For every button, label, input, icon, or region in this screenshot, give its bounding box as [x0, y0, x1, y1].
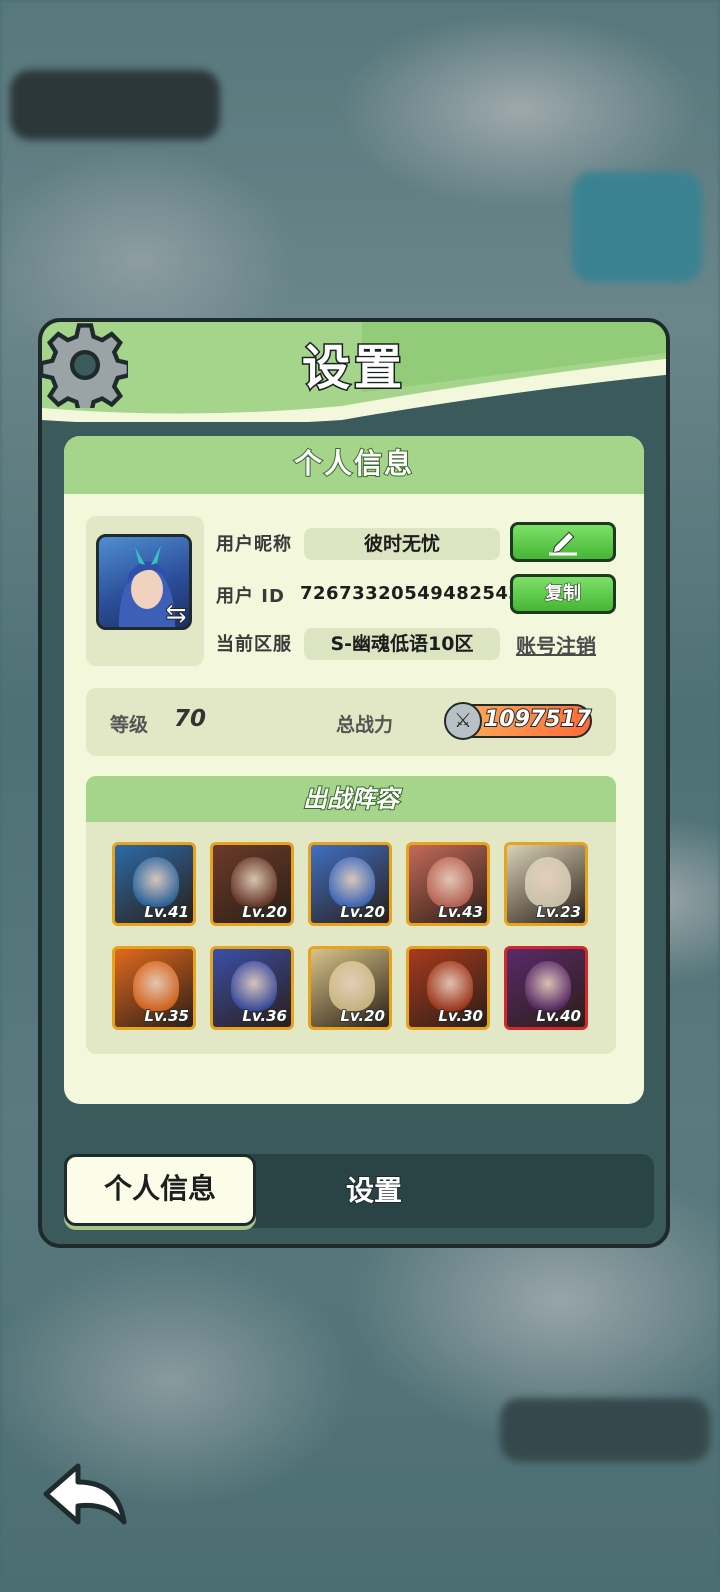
server-value: S-幽魂低语10区	[304, 628, 500, 660]
hero-portrait	[133, 857, 179, 907]
panel-title: 设置	[300, 339, 406, 398]
hero-card[interactable]: Lv.20	[210, 842, 294, 926]
server-label: 当前区服	[216, 634, 292, 655]
hero-level: Lv.23	[536, 902, 582, 922]
level-label: 等级	[110, 714, 149, 736]
hero-portrait	[329, 961, 375, 1011]
hero-card[interactable]: Lv.41	[112, 842, 196, 926]
hero-card[interactable]: Lv.43	[406, 842, 490, 926]
panel-header: 设置	[42, 322, 666, 422]
tab-personal-info[interactable]: 个人信息	[64, 1154, 256, 1226]
stats-bar: 等级 70 总战力 ⚔ 1097517	[86, 688, 616, 756]
hero-portrait	[329, 857, 375, 907]
hero-card[interactable]: Lv.20	[308, 946, 392, 1030]
nickname-value: 彼时无忧	[304, 528, 500, 560]
user-id-label: 用户 ID	[216, 586, 285, 607]
back-arrow-icon[interactable]	[40, 1460, 130, 1528]
avatar-container[interactable]: ⇆	[86, 516, 204, 666]
hero-level: Lv.41	[144, 902, 190, 922]
hero-card[interactable]: Lv.35	[112, 946, 196, 1030]
copy-id-button[interactable]: 复制	[510, 574, 616, 614]
hero-portrait	[427, 961, 473, 1011]
hero-portrait	[231, 961, 277, 1011]
crossed-swords-icon: ⚔	[444, 702, 482, 740]
lineup-title: 出战阵容	[86, 776, 616, 822]
hero-card[interactable]: Lv.36	[210, 946, 294, 1030]
pencil-icon	[549, 531, 577, 556]
power-value: 1097517	[483, 706, 592, 733]
level-value: 70	[174, 706, 207, 732]
hero-level: Lv.43	[438, 902, 484, 922]
hero-portrait	[525, 961, 571, 1011]
hero-level: Lv.20	[340, 1006, 386, 1026]
nickname-label: 用户昵称	[216, 534, 292, 555]
bottom-tab-bar: 个人信息 设置	[64, 1154, 654, 1228]
hero-portrait	[525, 857, 571, 907]
hero-card[interactable]: Lv.20	[308, 842, 392, 926]
hero-card[interactable]: Lv.30	[406, 946, 490, 1030]
hero-level: Lv.30	[438, 1006, 484, 1026]
hero-portrait	[133, 961, 179, 1011]
personal-info-card: 个人信息 ⇆ 用户昵称 彼时无忧 用户 ID 7267332054948254З…	[64, 436, 644, 1104]
hero-level: Lv.20	[340, 902, 386, 922]
edit-nickname-button[interactable]	[510, 522, 616, 562]
power-badge: ⚔ 1097517	[444, 702, 592, 740]
hero-level: Lv.35	[144, 1006, 190, 1026]
swap-avatar-icon[interactable]: ⇆	[161, 599, 189, 628]
hero-level: Lv.40	[536, 1006, 582, 1026]
account-deregister-link[interactable]: 账号注销	[516, 630, 596, 659]
power-label: 总战力	[336, 714, 394, 736]
hero-portrait	[427, 857, 473, 907]
battle-lineup: 出战阵容 Lv.41 Lv.20 Lv.20 Lv.43 Lv.23 Lv.35 Lv.36…	[86, 776, 616, 1054]
tab-settings[interactable]: 设置	[314, 1154, 434, 1226]
hero-card[interactable]: Lv.40	[504, 946, 588, 1030]
hero-portrait	[231, 857, 277, 907]
personal-info-header: 个人信息	[64, 436, 644, 494]
hero-level: Lv.20	[242, 902, 288, 922]
user-id-value: 7267332054948254З	[300, 583, 522, 604]
hero-card[interactable]: Lv.23	[504, 842, 588, 926]
hero-level: Lv.36	[242, 1006, 288, 1026]
settings-panel: 设置 个人信息 ⇆ 用户昵称 彼时无忧 用户 ID 72673320549482…	[38, 318, 670, 1248]
avatar[interactable]: ⇆	[96, 534, 192, 630]
